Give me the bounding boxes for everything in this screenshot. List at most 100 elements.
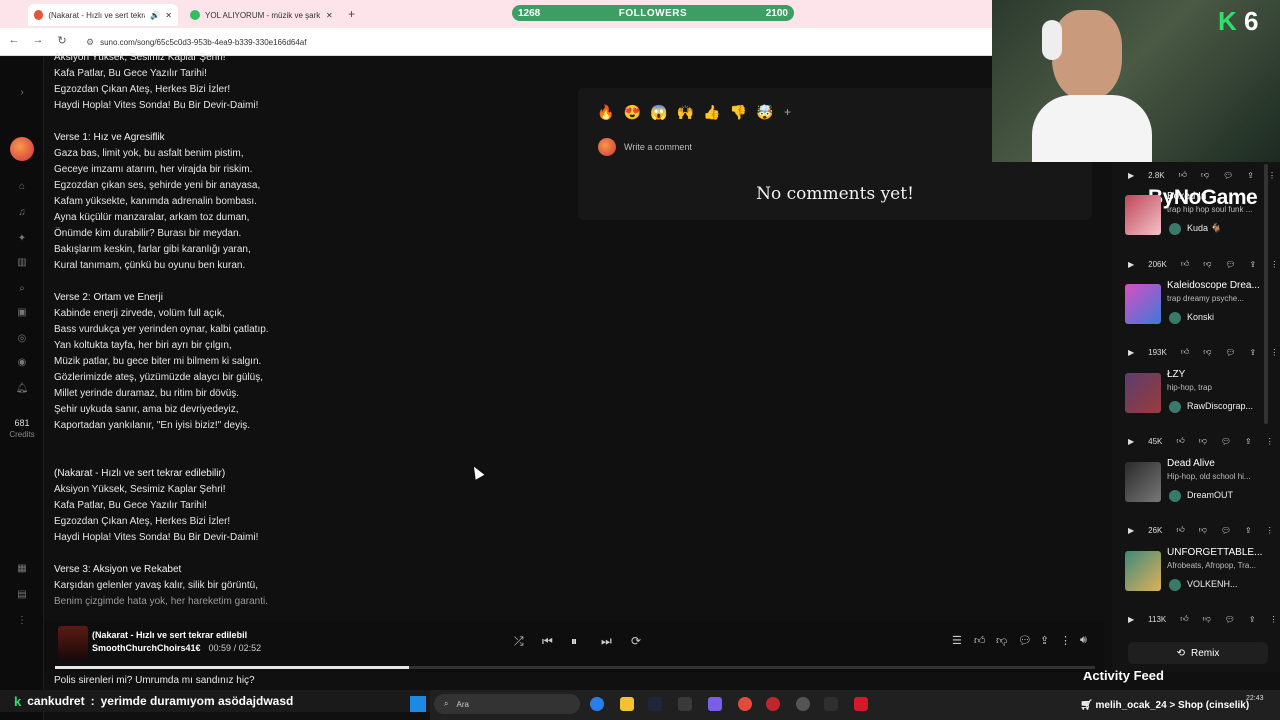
song-artist[interactable]: DreamOUT <box>1187 490 1233 500</box>
like-icon[interactable]: 👍︎ <box>1181 347 1189 357</box>
dislike-icon[interactable]: 👎︎ <box>1199 436 1207 446</box>
artist-avatar[interactable] <box>1169 312 1181 324</box>
library-icon[interactable]: ▥ <box>12 257 32 268</box>
play-icon[interactable]: ▶ <box>1128 437 1134 446</box>
play-icon[interactable]: ▶ <box>1128 348 1134 357</box>
play-icon[interactable]: ▶ <box>1128 526 1134 535</box>
song-title[interactable]: Boxed In <box>1167 191 1279 202</box>
share-icon[interactable]: ⇪ <box>1040 634 1049 647</box>
now-playing-cover[interactable] <box>58 626 88 660</box>
close-tab-icon[interactable]: ✕ <box>165 11 172 20</box>
reaction-button[interactable]: 🔥 <box>596 104 616 121</box>
comment-input[interactable]: Write a comment <box>598 138 692 156</box>
reaction-button[interactable]: 👍 <box>702 104 722 121</box>
play-icon[interactable]: ▶ <box>1128 260 1134 269</box>
volume-icon[interactable]: 🔊︎ <box>1080 634 1087 647</box>
like-icon[interactable]: 👍︎ <box>974 634 986 647</box>
reaction-button[interactable]: 🙌 <box>676 104 696 121</box>
song-title[interactable]: Kaleidoscope Drea... <box>1167 280 1279 291</box>
taskbar-search[interactable]: ⌕ Ara <box>434 694 580 714</box>
comment-icon[interactable]: 💬︎ <box>1221 526 1231 535</box>
song-title[interactable]: ŁZY <box>1167 369 1279 380</box>
share-icon[interactable]: ⇪ <box>1250 348 1257 357</box>
play-icon[interactable]: ▶ <box>1128 615 1134 624</box>
more-icon[interactable]: ⋮ <box>12 615 32 626</box>
play-icon[interactable]: ▶ <box>1128 171 1134 180</box>
epic-games-icon[interactable] <box>824 697 838 711</box>
create-icon[interactable]: ♫ <box>12 207 32 218</box>
reaction-button[interactable]: 🤯 <box>755 104 775 121</box>
share-icon[interactable]: ⇪ <box>1249 615 1256 624</box>
artist-avatar[interactable] <box>1169 401 1181 413</box>
shuffle-icon[interactable]: ⤮ <box>514 634 524 649</box>
forward-icon[interactable]: → <box>30 34 46 46</box>
recording-icon[interactable] <box>854 697 868 711</box>
folder-icon[interactable] <box>620 697 634 711</box>
song-artist[interactable]: RawDiscograp... <box>1187 401 1253 411</box>
document-icon[interactable]: ▤ <box>12 589 32 600</box>
more-icon[interactable]: ⋮ <box>1266 526 1274 535</box>
reaction-button[interactable]: 👎 <box>729 104 749 121</box>
steam-icon[interactable] <box>648 697 662 711</box>
now-playing-artist[interactable]: SmoothChurchChoirs41€ <box>92 643 201 653</box>
dislike-icon[interactable]: 👎︎ <box>1203 347 1211 357</box>
tab-active[interactable]: (Nakarat - Hızlı ve sert tekrar 🔊 ✕ <box>28 4 178 26</box>
dislike-icon[interactable]: 👎︎ <box>1201 170 1209 180</box>
artist-avatar[interactable] <box>1169 579 1181 591</box>
song-cover[interactable] <box>1125 462 1161 502</box>
like-icon[interactable]: 👍︎ <box>1179 170 1187 180</box>
avatar[interactable] <box>10 137 34 161</box>
like-icon[interactable]: 👍︎ <box>1176 525 1184 535</box>
song-card[interactable]: Boxed In trap hip hop soul funk ... Kuda 🐐 <box>1125 191 1275 257</box>
like-icon[interactable]: 👍︎ <box>1180 614 1188 624</box>
dislike-icon[interactable]: 👎︎ <box>1203 614 1211 624</box>
more-icon[interactable]: ⋮ <box>1270 348 1278 357</box>
comment-icon[interactable]: 💬︎ <box>1018 634 1032 647</box>
comment-icon[interactable]: 💬︎ <box>1225 615 1235 624</box>
song-card[interactable]: ŁZY hip-hop, trap RawDiscograp... <box>1125 369 1275 435</box>
like-icon[interactable]: 👍︎ <box>1176 436 1184 446</box>
song-cover[interactable] <box>1125 551 1161 591</box>
song-cover[interactable] <box>1125 284 1161 324</box>
explore-icon[interactable]: ✦ <box>12 233 32 244</box>
home-icon[interactable]: ⌂ <box>12 181 32 192</box>
add-reaction-button[interactable]: + <box>784 105 791 119</box>
search-icon[interactable]: ⌕ <box>12 283 32 294</box>
more-icon[interactable]: ⋮ <box>1270 260 1278 269</box>
now-playing-title[interactable]: (Nakarat - Hızlı ve sert tekrar edilebil <box>92 630 247 640</box>
more-icon[interactable]: ⋮ <box>1266 437 1274 446</box>
share-icon[interactable]: ⇪ <box>1247 171 1254 180</box>
gift-icon[interactable]: ▦ <box>12 563 32 574</box>
song-card[interactable]: Dead Alive Hip-hop, old school hi... Dream… <box>1125 458 1275 524</box>
dislike-icon[interactable]: 👎︎ <box>1199 525 1207 535</box>
settings-icon[interactable] <box>796 697 810 711</box>
comment-icon[interactable]: 💬︎ <box>1225 260 1235 269</box>
edge-icon[interactable] <box>590 697 604 711</box>
song-card[interactable]: UNFORGETTABLE... Afrobeats, Afropop, Tra.… <box>1125 547 1275 613</box>
reload-icon[interactable]: ↻ <box>54 34 70 47</box>
studio-icon[interactable]: ▣ <box>12 307 32 318</box>
epic-icon[interactable] <box>678 697 692 711</box>
more-icon[interactable]: ⋮ <box>1268 171 1276 180</box>
song-cover[interactable] <box>1125 373 1161 413</box>
dislike-icon[interactable]: 👎︎ <box>996 634 1007 647</box>
share-icon[interactable]: ⇪ <box>1245 526 1252 535</box>
reaction-button[interactable]: 😍 <box>623 104 643 121</box>
comment-icon[interactable]: 💬︎ <box>1221 437 1231 446</box>
radio-icon[interactable]: ◉ <box>12 357 32 368</box>
next-icon[interactable]: ⏭ <box>601 634 612 649</box>
notifications-icon[interactable]: 🔔︎ <box>12 383 32 394</box>
song-artist[interactable]: VOLKENH... <box>1187 579 1238 589</box>
pause-icon[interactable]: ⏸ <box>571 634 577 649</box>
more-icon[interactable]: ⋮ <box>1060 634 1071 647</box>
new-tab-icon[interactable]: + <box>348 7 355 21</box>
reaction-button[interactable]: 😱 <box>649 104 669 121</box>
comment-icon[interactable]: 💬︎ <box>1225 348 1235 357</box>
dislike-icon[interactable]: 👎︎ <box>1203 259 1211 269</box>
share-icon[interactable]: ⇪ <box>1245 437 1252 446</box>
share-icon[interactable]: ⇪ <box>1250 260 1257 269</box>
song-cover[interactable] <box>1125 195 1161 235</box>
artist-avatar[interactable] <box>1169 490 1181 502</box>
url-field[interactable]: ⚙ suno.com/song/65c5c0d3-953b-4ea9-b339-… <box>86 33 986 51</box>
song-title[interactable]: UNFORGETTABLE... <box>1167 547 1279 558</box>
